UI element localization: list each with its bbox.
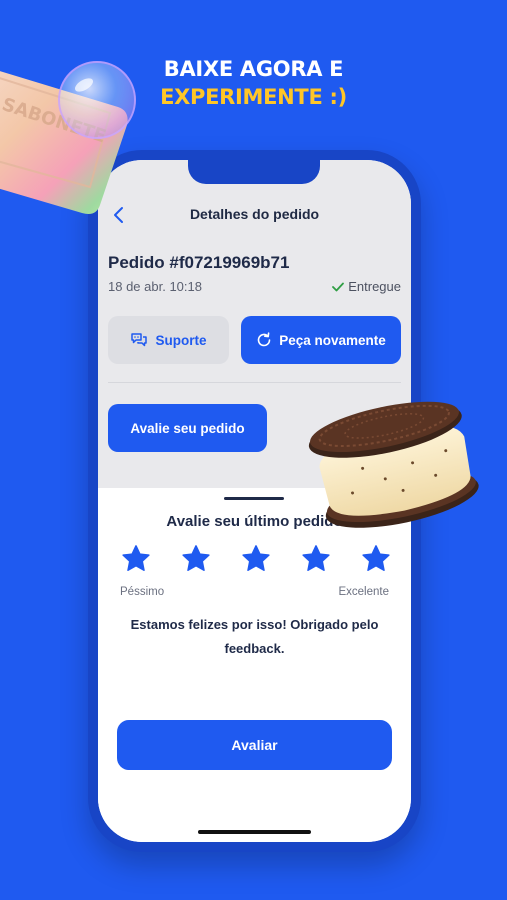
soap-bar-image: SABONETE — [0, 61, 136, 214]
sheet-drag-handle[interactable] — [224, 497, 284, 500]
status-label: Entregue — [348, 279, 401, 294]
star-icon-5[interactable] — [361, 544, 391, 574]
feedback-message: Estamos felizes por isso! Obrigado pelo … — [130, 617, 379, 656]
rate-order-label: Avalie seu pedido — [130, 420, 245, 436]
star-icon-3[interactable] — [241, 544, 271, 574]
order-status: Entregue — [332, 279, 401, 294]
order-id: Pedido #f07219969b71 — [108, 253, 290, 272]
rating-scale-high: Excelente — [338, 586, 389, 598]
rating-scale-low: Péssimo — [120, 586, 165, 598]
rate-order-button[interactable]: Avalie seu pedido — [108, 404, 267, 452]
star-icon-4[interactable] — [301, 544, 331, 574]
home-indicator — [198, 830, 311, 834]
support-label: Suporte — [155, 332, 207, 348]
reorder-button[interactable]: Peça novamente — [241, 316, 401, 364]
ice-cream-cookie-image — [308, 401, 479, 528]
refresh-icon — [257, 332, 271, 347]
chat-bubbles-icon — [131, 333, 148, 347]
star-rating — [121, 544, 391, 576]
star-icon-1[interactable] — [121, 544, 151, 574]
support-button[interactable]: Suporte — [108, 316, 229, 364]
submit-rating-label: Avaliar — [231, 737, 278, 753]
reorder-label: Peça novamente — [279, 332, 386, 348]
phone-notch — [188, 160, 320, 184]
check-icon — [332, 282, 345, 291]
order-date: 18 de abr. 10:18 — [108, 279, 202, 294]
section-divider — [108, 382, 401, 383]
submit-rating-button[interactable]: Avaliar — [117, 720, 392, 770]
star-icon-2[interactable] — [181, 544, 211, 574]
